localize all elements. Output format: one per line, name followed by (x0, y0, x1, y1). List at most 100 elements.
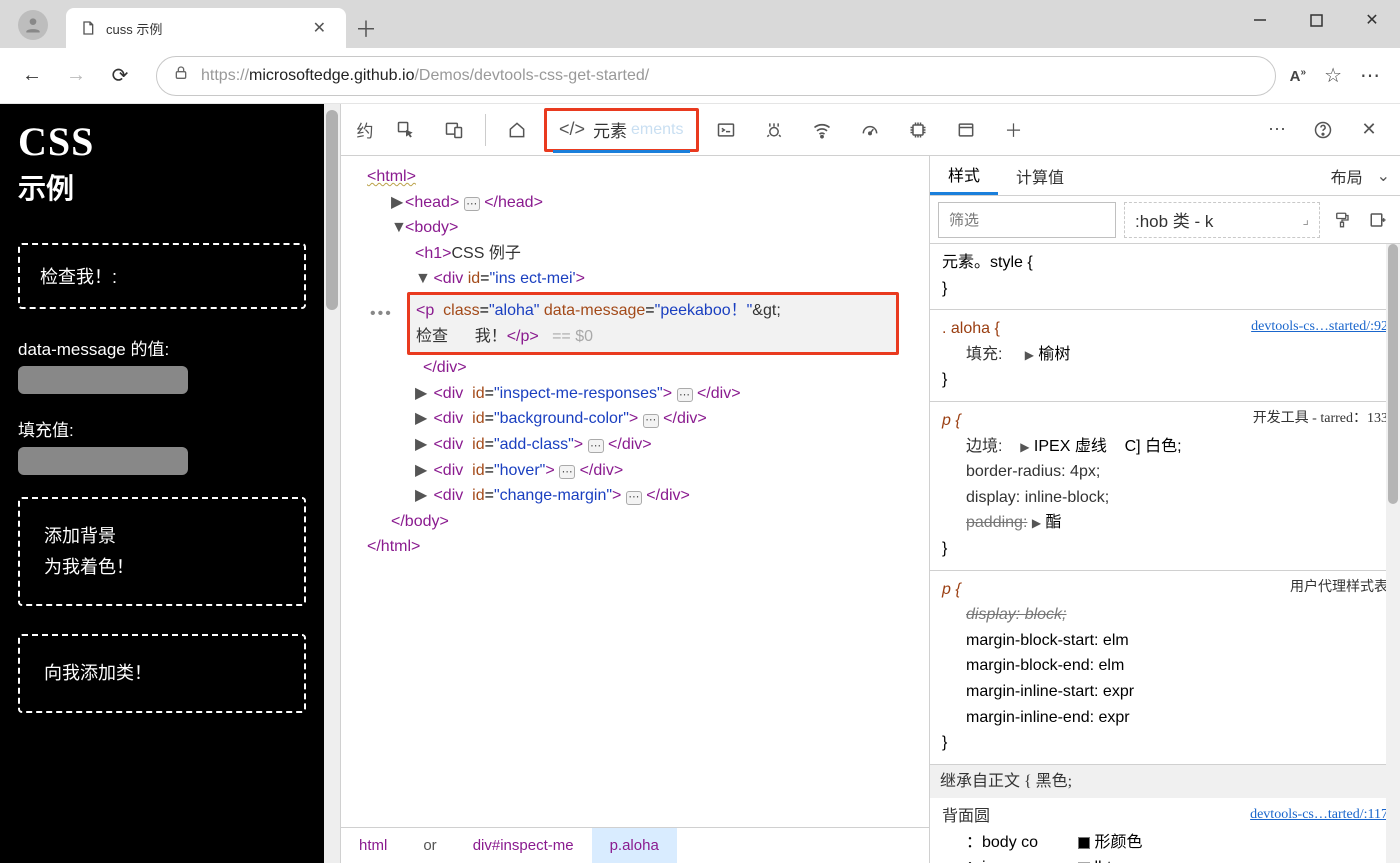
demo-scrollbar[interactable] (324, 104, 340, 863)
elements-tab-label: 元素 (593, 117, 627, 142)
ellipsis-icon[interactable] (626, 491, 642, 505)
minimize-button[interactable] (1232, 0, 1288, 40)
h1-node[interactable]: <h1> (415, 245, 451, 262)
sources-tab-icon[interactable] (753, 112, 795, 148)
breadcrumb: html or div#inspect-me p.aloha (341, 827, 929, 863)
add-class-box[interactable]: 向我添加类！ (18, 634, 306, 713)
rule-p-ua[interactable]: p {用户代理样式表 display: block; margin-block-… (930, 571, 1400, 765)
crumb-div[interactable]: div#inspect-me (455, 828, 592, 863)
styles-scrollbar[interactable] (1386, 244, 1400, 863)
inherited-header: 继承自正文 { 黑色; (930, 765, 1400, 799)
ellipsis-icon[interactable] (643, 414, 659, 428)
new-rule-icon[interactable] (1364, 206, 1392, 234)
div-close[interactable]: </div> (423, 359, 467, 376)
close-window-button[interactable]: ✕ (1344, 0, 1400, 40)
dom-tree-column: <html> ▶<head> </head> ▼<body> <h1>CSS 例… (341, 156, 930, 863)
crumb-or: or (405, 828, 454, 863)
more-menu-icon[interactable]: ⋯ (1360, 63, 1380, 88)
data-message-input[interactable] (18, 366, 188, 394)
head-node[interactable]: <head> (405, 194, 459, 211)
styles-filter-input[interactable]: 筛选 (938, 202, 1116, 238)
selected-dom-node[interactable]: ••• <p class="aloha" data-message="peeka… (407, 292, 899, 355)
main-area: CSS 示例 检查我！: data-message 的值: 填充值: 添加背景 … (0, 104, 1400, 863)
inspect-me-label: 检查我！: (40, 267, 117, 287)
color-swatch-black[interactable] (1078, 837, 1090, 849)
bg-box-line2: 为我着色！ (44, 552, 280, 583)
forward-button[interactable]: → (54, 54, 98, 98)
ellipsis-icon[interactable] (559, 465, 575, 479)
source-link-aloha[interactable]: devtools-cs…started/:92 (1251, 316, 1388, 342)
node-actions-icon[interactable]: ••• (370, 301, 393, 327)
body-node[interactable]: <body> (405, 219, 458, 236)
performance-tab-icon[interactable] (849, 112, 891, 148)
demo-heading-sample: 示例 (18, 167, 306, 207)
memory-tab-icon[interactable] (897, 112, 939, 148)
rule-backface[interactable]: 背面圆devtools-cs…tarted/:117 ：body co ：ie … (930, 798, 1400, 863)
devtools-toolbar: 约 </> 元素ements ＋ ⋯ ✕ (341, 104, 1400, 156)
html-open[interactable]: <html> (367, 168, 416, 185)
inspect-me-box[interactable]: 检查我！: (18, 243, 306, 309)
source-link-backface[interactable]: devtools-cs…tarted/:117 (1250, 804, 1388, 830)
page-icon (80, 20, 96, 36)
body-close[interactable]: </body> (391, 513, 449, 530)
inspect-element-icon[interactable] (385, 112, 427, 148)
more-tabs-button[interactable]: ＋ (993, 112, 1035, 148)
devtools-close-icon[interactable]: ✕ (1348, 112, 1390, 148)
demo-page-wrap: CSS 示例 检查我！: data-message 的值: 填充值: 添加背景 … (0, 104, 340, 863)
welcome-tab-icon[interactable] (496, 112, 538, 148)
demo-page: CSS 示例 检查我！: data-message 的值: 填充值: 添加背景 … (0, 104, 324, 863)
padding-struck: padding: (966, 514, 1027, 531)
tab-styles[interactable]: 样式 (930, 156, 998, 195)
demo-heading-css: CSS (18, 118, 306, 165)
truncated-tab[interactable]: 约 (351, 112, 379, 148)
favorite-icon[interactable]: ☆ (1324, 63, 1342, 88)
url-text: https://microsoftedge.github.io/Demos/de… (201, 67, 649, 85)
rule-aloha[interactable]: . aloha {devtools-cs…started/:92 填充: ▶ 榆… (930, 310, 1400, 402)
back-button[interactable]: ← (10, 54, 54, 98)
tab-layout[interactable]: 布局 (1325, 164, 1369, 188)
hov-classes-button[interactable]: :hob 类 - k⌟ (1124, 202, 1320, 238)
padding-input[interactable] (18, 447, 188, 475)
refresh-button[interactable]: ⟳ (98, 54, 142, 98)
styles-scroll-thumb[interactable] (1388, 244, 1398, 504)
lock-icon (173, 64, 189, 87)
tab-close-button[interactable]: ✕ (307, 16, 332, 40)
crumb-p[interactable]: p.aloha (592, 828, 677, 863)
demo-scroll-thumb[interactable] (326, 110, 338, 310)
network-tab-icon[interactable] (801, 112, 843, 148)
ua-stylesheet-label: 用户代理样式表 (1290, 577, 1388, 603)
window-controls: ✕ (1232, 0, 1400, 40)
console-tab-icon[interactable] (705, 112, 747, 148)
background-color-box[interactable]: 添加背景 为我着色！ (18, 497, 306, 606)
address-bar[interactable]: https://microsoftedge.github.io/Demos/de… (156, 56, 1276, 96)
ellipsis-icon[interactable] (588, 439, 604, 453)
new-tab-button[interactable]: ＋ (346, 8, 386, 48)
tab-computed[interactable]: 计算值 (998, 156, 1082, 195)
source-link-p[interactable]: 开发工具 - tarred：133 (1253, 408, 1388, 434)
paint-icon[interactable] (1328, 206, 1356, 234)
browser-tab[interactable]: cuss 示例 ✕ (66, 8, 346, 48)
chevron-down-icon[interactable]: ⌄ (1377, 166, 1390, 186)
ellipsis-icon[interactable] (677, 388, 693, 402)
data-message-label: data-message 的值: (18, 335, 306, 360)
read-aloud-icon[interactable]: A» (1290, 67, 1306, 85)
application-tab-icon[interactable] (945, 112, 987, 148)
crumb-html[interactable]: html (341, 828, 405, 863)
profile-avatar[interactable] (18, 10, 48, 40)
html-close[interactable]: </html> (367, 538, 420, 555)
devtools-help-icon[interactable] (1302, 112, 1344, 148)
styles-rules[interactable]: 元素。style { } . aloha {devtools-cs…starte… (930, 244, 1400, 863)
dom-tree[interactable]: <html> ▶<head> </head> ▼<body> <h1>CSS 例… (341, 156, 929, 827)
styles-sidebar: 样式 计算值 布局 ⌄ 筛选 :hob 类 - k⌟ 元素。style { (930, 156, 1400, 863)
rule-p[interactable]: p {开发工具 - tarred：133 边境: ▶ IPEX 虚线 C] 白色… (930, 402, 1400, 571)
ellipsis-icon[interactable] (464, 197, 480, 211)
elements-ghost: ements (631, 121, 683, 139)
maximize-button[interactable] (1288, 0, 1344, 40)
device-toggle-icon[interactable] (433, 112, 475, 148)
tab-title: cuss 示例 (106, 19, 297, 38)
devtools-panel: 约 </> 元素ements ＋ ⋯ ✕ (340, 104, 1400, 863)
rule-element-style[interactable]: 元素。style { } (930, 244, 1400, 310)
bg-box-line1: 添加背景 (44, 521, 280, 552)
devtools-more-icon[interactable]: ⋯ (1256, 112, 1298, 148)
elements-tab[interactable]: </> 元素ements (544, 108, 699, 152)
